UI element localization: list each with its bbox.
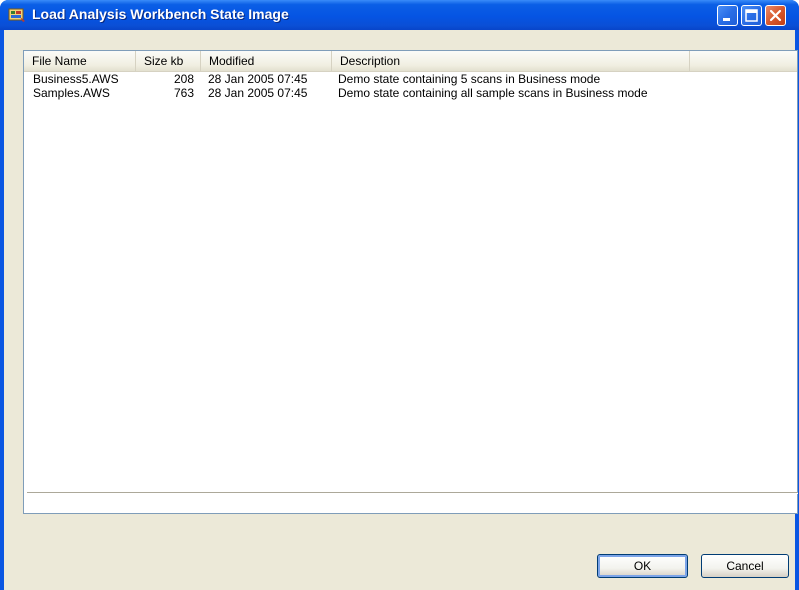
list-rows: Business5.AWS 208 28 Jan 2005 07:45 Demo…: [24, 72, 797, 100]
maximize-icon: [745, 9, 758, 22]
workbench-app-icon: [8, 8, 25, 22]
minimize-button[interactable]: [717, 5, 738, 26]
modified-cell: 28 Jan 2005 07:45: [208, 86, 308, 100]
description-cell: Demo state containing 5 scans in Busines…: [338, 72, 601, 86]
maximize-button[interactable]: [741, 5, 762, 26]
file-name-cell: Business5.AWS: [33, 72, 119, 86]
description-cell: Demo state containing all sample scans i…: [338, 86, 648, 100]
list-header: File Name Size kb Modified Description: [24, 51, 797, 72]
minimize-icon: [723, 18, 730, 21]
ok-button[interactable]: OK: [597, 554, 688, 578]
title-bar[interactable]: Load Analysis Workbench State Image: [0, 0, 799, 30]
list-item[interactable]: Samples.AWS 763 28 Jan 2005 07:45 Demo s…: [24, 86, 797, 100]
column-header-description[interactable]: Description: [332, 51, 690, 71]
column-header-filler: [690, 51, 797, 71]
close-button[interactable]: [765, 5, 786, 26]
cancel-button[interactable]: Cancel: [701, 554, 789, 578]
column-header-size[interactable]: Size kb: [136, 51, 201, 71]
list-item[interactable]: Business5.AWS 208 28 Jan 2005 07:45 Demo…: [24, 72, 797, 86]
divider: [27, 492, 798, 494]
dialog-client-area: File Name Size kb Modified Description B…: [4, 30, 798, 590]
close-icon: [769, 9, 782, 22]
size-cell: 208: [173, 72, 194, 86]
dialog-window: Load Analysis Workbench State Image File…: [0, 0, 799, 590]
size-cell: 763: [173, 86, 194, 100]
file-list[interactable]: File Name Size kb Modified Description B…: [23, 50, 798, 514]
modified-cell: 28 Jan 2005 07:45: [208, 72, 308, 86]
window-title: Load Analysis Workbench State Image: [32, 6, 289, 22]
file-name-cell: Samples.AWS: [33, 86, 110, 100]
column-header-modified[interactable]: Modified: [201, 51, 332, 71]
column-header-file-name[interactable]: File Name: [24, 51, 136, 71]
